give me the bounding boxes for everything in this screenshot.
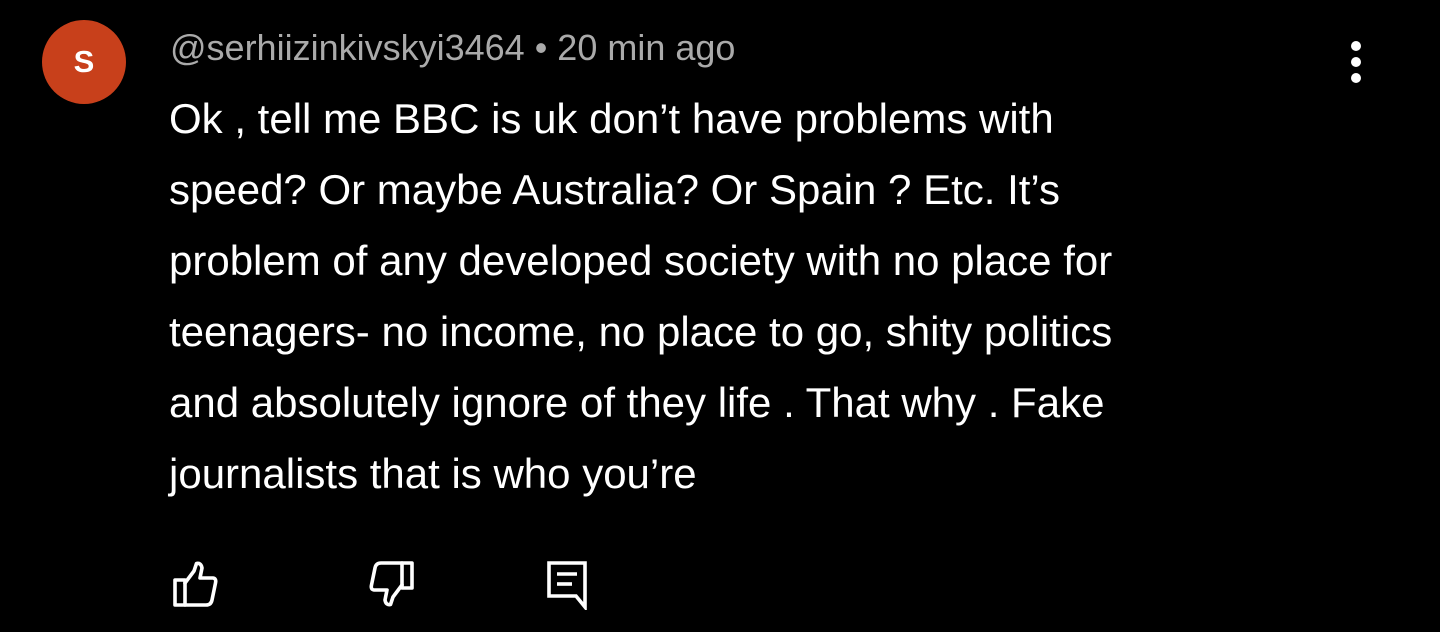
author-handle[interactable]: @serhiizinkivskyi3464 xyxy=(170,27,525,68)
comment-text-line: problem of any developed society with no… xyxy=(169,237,1113,284)
thumbs-up-icon xyxy=(173,561,218,607)
avatar[interactable]: S xyxy=(42,20,126,104)
comment-text-line: speed? Or maybe Australia? Or Spain ? Et… xyxy=(169,166,1061,213)
comment-text-line: and absolutely ignore of they life . Tha… xyxy=(169,379,1105,426)
comment-header: @serhiizinkivskyi3464 • 20 min ago xyxy=(170,26,735,70)
like-button[interactable] xyxy=(165,552,225,616)
more-options-button[interactable] xyxy=(1336,38,1376,86)
comment-timestamp: 20 min ago xyxy=(557,27,736,68)
comment-text-line: Ok , tell me BBC is uk don’t have proble… xyxy=(169,95,1054,142)
more-vertical-icon xyxy=(1351,41,1361,83)
comment-text-line: teenagers- no income, no place to go, sh… xyxy=(169,308,1113,355)
comment-action-bar xyxy=(0,552,1440,622)
comment-thread-item: S @serhiizinkivskyi3464 • 20 min ago Ok , … xyxy=(0,0,1440,632)
avatar-letter: S xyxy=(73,43,95,79)
comment-text-line: journalists that is who you’re xyxy=(169,450,697,497)
thumbs-down-icon xyxy=(369,561,414,607)
comment-text: Ok , tell me BBC is uk don’t have proble… xyxy=(169,83,1309,509)
dislike-button[interactable] xyxy=(362,552,422,616)
comment-reply-icon xyxy=(547,561,587,610)
reply-button[interactable] xyxy=(537,552,597,616)
meta-separator: • xyxy=(534,27,548,68)
